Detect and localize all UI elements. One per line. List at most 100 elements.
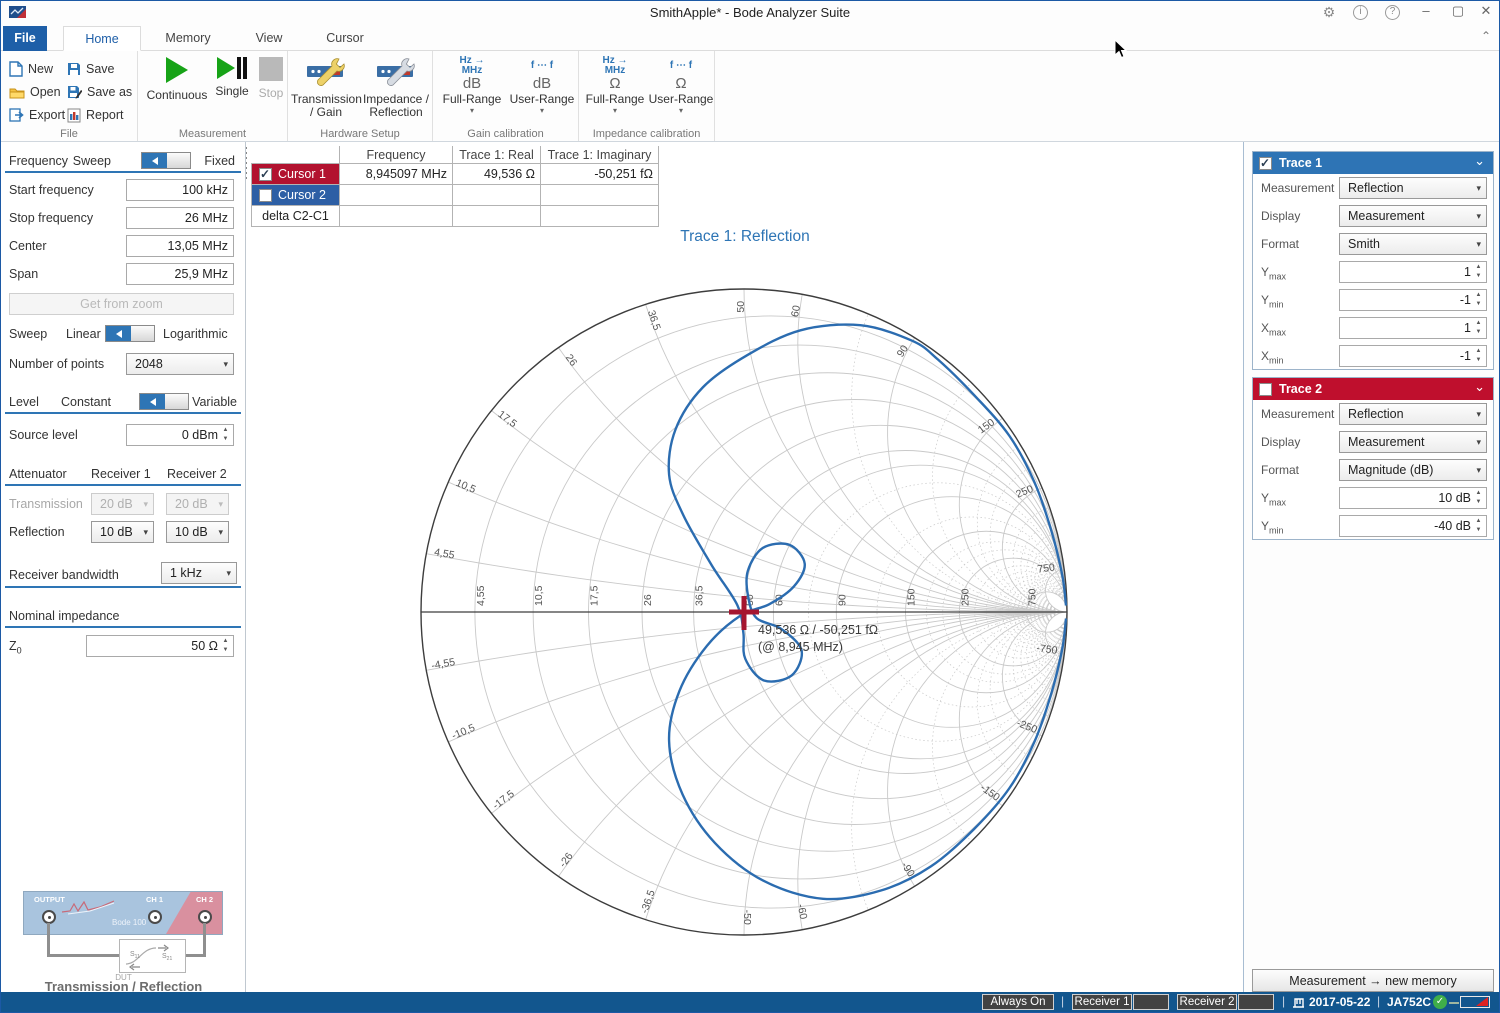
span-input[interactable]: 25,9 MHz xyxy=(126,263,234,285)
nominal-impedance-header: Nominal impedance xyxy=(5,606,241,628)
report-button[interactable]: Report xyxy=(67,105,124,125)
chevron-down-icon[interactable]: ⌄ xyxy=(1474,153,1485,169)
tab-memory[interactable]: Memory xyxy=(151,26,225,51)
trace2-ymin-input[interactable]: -40 dB▲▼ xyxy=(1339,515,1487,537)
chevron-down-icon: ▾ xyxy=(218,527,223,538)
number-of-points-dropdown[interactable]: 2048 ▾ xyxy=(126,353,234,375)
help-icon[interactable]: ? xyxy=(1385,5,1400,20)
start-frequency-input[interactable]: 100 kHz xyxy=(126,179,234,201)
transmission-gain-setup-button[interactable]: Transmission / Gain xyxy=(291,57,361,119)
hz-to-mhz-icon: Hz → MHz xyxy=(582,56,648,76)
continuous-button[interactable]: Continuous xyxy=(144,57,210,102)
save-as-button[interactable]: Save as xyxy=(67,82,132,102)
export-button[interactable]: Export xyxy=(9,105,65,125)
cursor-annotation: (@ 8,945 MHz) xyxy=(758,640,843,654)
collapse-ribbon-icon[interactable]: ⌃ xyxy=(1481,29,1491,43)
tab-cursor[interactable]: Cursor xyxy=(311,26,379,51)
tab-file[interactable]: File xyxy=(3,26,47,51)
impedance-reflection-setup-button[interactable]: Impedance / Reflection xyxy=(361,57,431,119)
spinner-icons[interactable]: ▲▼ xyxy=(1472,517,1485,535)
z0-input[interactable]: 50 Ω ▲▼ xyxy=(86,635,234,657)
trace1-format-dropdown[interactable]: Smith▾ xyxy=(1339,233,1487,255)
spinner-icons[interactable]: ▲▼ xyxy=(219,426,232,444)
bode-analyzer-window: SmithApple* - Bode Analyzer Suite ⚙ i ? … xyxy=(0,0,1500,1013)
spinner-icons[interactable]: ▲▼ xyxy=(1472,347,1485,365)
trace2-display-dropdown[interactable]: Measurement▾ xyxy=(1339,431,1487,453)
info-icon[interactable]: i xyxy=(1353,5,1368,20)
spinner-icons[interactable]: ▲▼ xyxy=(1472,489,1485,507)
ribbon-group-gain-cal: Hz → MHz dB Full-Range ▾ f ⋯ f dB User-R… xyxy=(433,51,579,141)
trace2-ymax-input[interactable]: 10 dB▲▼ xyxy=(1339,487,1487,509)
trace1-xmax-input[interactable]: 1▲▼ xyxy=(1339,317,1487,339)
trace2-measurement-dropdown[interactable]: Reflection▾ xyxy=(1339,403,1487,425)
receiver2-button[interactable]: Receiver 2 xyxy=(1177,994,1237,1010)
source-level-input[interactable]: 0 dBm ▲▼ xyxy=(126,424,234,446)
axis-label: 4,55 xyxy=(475,585,487,606)
gain-user-range-button[interactable]: f ⋯ f dB User-Range ▾ xyxy=(508,56,576,115)
reflection-attn-receiver1-dropdown[interactable]: 10 dB ▾ xyxy=(91,521,154,543)
close-button[interactable]: ✕ xyxy=(1473,3,1499,19)
constant-variable-toggle[interactable] xyxy=(139,393,189,410)
impedance-full-range-button[interactable]: Hz → MHz Ω Full-Range ▾ xyxy=(582,56,648,115)
tab-home[interactable]: Home xyxy=(63,26,141,51)
single-button[interactable]: Single xyxy=(210,57,254,98)
trace1-ymin-input[interactable]: -1▲▼ xyxy=(1339,289,1487,311)
group-label-hardware: Hardware Setup xyxy=(288,128,432,140)
sweep-fixed-toggle[interactable] xyxy=(141,152,191,169)
gain-full-range-button[interactable]: Hz → MHz dB Full-Range ▾ xyxy=(438,56,506,115)
rim-label: -26 xyxy=(557,850,576,869)
impedance-user-range-button[interactable]: f ⋯ f Ω User-Range ▾ xyxy=(648,56,714,115)
trace2-header[interactable]: Trace 2 ⌄ xyxy=(1253,378,1493,400)
maximize-button[interactable]: ▢ xyxy=(1445,3,1471,19)
rim-label: -250 xyxy=(1015,717,1039,736)
device-connected-check-icon: ✓ xyxy=(1433,995,1447,1009)
group-label-measurement: Measurement xyxy=(138,128,287,140)
ribbon-group-hardware: Transmission / Gain Impedance / Reflecti… xyxy=(288,51,433,141)
spinner-icons[interactable]: ▲▼ xyxy=(1472,263,1485,281)
linear-log-toggle[interactable] xyxy=(105,325,155,342)
get-from-zoom-button: Get from zoom xyxy=(9,293,234,315)
axis-label: 150 xyxy=(906,588,918,606)
settings-gear-icon[interactable]: ⚙ xyxy=(1319,4,1339,21)
save-button[interactable]: Save xyxy=(67,59,115,79)
wrench-yellow-icon xyxy=(305,57,347,87)
trace-settings-panel: Trace 1 ⌄ Measurement Reflection▾ Displa… xyxy=(1243,142,1500,994)
trace1-measurement-dropdown[interactable]: Reflection▾ xyxy=(1339,177,1487,199)
dropdown-arrow-icon[interactable]: ▾ xyxy=(582,106,648,115)
always-on-button[interactable]: Always On xyxy=(982,994,1054,1010)
reflection-attn-receiver2-dropdown[interactable]: 10 dB ▾ xyxy=(166,521,229,543)
rim-label: 150 xyxy=(976,416,997,436)
spinner-icons[interactable]: ▲▼ xyxy=(219,637,232,655)
open-button[interactable]: Open xyxy=(9,82,61,102)
dropdown-arrow-icon[interactable]: ▾ xyxy=(508,106,576,115)
trace1-checkbox[interactable] xyxy=(1259,157,1272,170)
dropdown-arrow-icon[interactable]: ▾ xyxy=(438,106,506,115)
trace2-checkbox[interactable] xyxy=(1259,383,1272,396)
axis-label: 90 xyxy=(836,594,848,606)
new-button[interactable]: New xyxy=(9,59,53,79)
trace2-ymin-label: Ymin xyxy=(1261,519,1284,535)
chart-area: Frequency Trace 1: Real Trace 1: Imagina… xyxy=(247,142,1243,994)
receiver-bandwidth-header: Receiver bandwidth 1 kHz ▾ xyxy=(5,562,241,588)
tab-view[interactable]: View xyxy=(237,26,301,51)
spinner-icons[interactable]: ▲▼ xyxy=(1472,291,1485,309)
center-frequency-input[interactable]: 13,05 MHz xyxy=(126,235,234,257)
spinner-icons[interactable]: ▲▼ xyxy=(1472,319,1485,337)
stop-frequency-input[interactable]: 26 MHz xyxy=(126,207,234,229)
receiver1-button[interactable]: Receiver 1 xyxy=(1072,994,1132,1010)
measurement-to-memory-button[interactable]: Measurement → new memory xyxy=(1252,969,1494,992)
receiver-bandwidth-dropdown[interactable]: 1 kHz ▾ xyxy=(161,562,237,584)
trace2-format-dropdown[interactable]: Magnitude (dB)▾ xyxy=(1339,459,1487,481)
trace1-header[interactable]: Trace 1 ⌄ xyxy=(1253,152,1493,174)
trace1-ymax-input[interactable]: 1▲▼ xyxy=(1339,261,1487,283)
dropdown-arrow-icon[interactable]: ▾ xyxy=(648,106,714,115)
cable xyxy=(186,954,206,957)
trace1-xmin-input[interactable]: -1▲▼ xyxy=(1339,345,1487,367)
toggle-arrow-icon xyxy=(116,330,122,338)
minimize-button[interactable]: – xyxy=(1413,3,1439,18)
group-label-file: File xyxy=(1,128,137,140)
trace2-box: Trace 2 ⌄ Measurement Reflection▾ Displa… xyxy=(1252,377,1494,540)
chevron-down-icon[interactable]: ⌄ xyxy=(1474,379,1485,395)
trace1-display-dropdown[interactable]: Measurement▾ xyxy=(1339,205,1487,227)
z0-label: Z0 xyxy=(9,639,22,656)
